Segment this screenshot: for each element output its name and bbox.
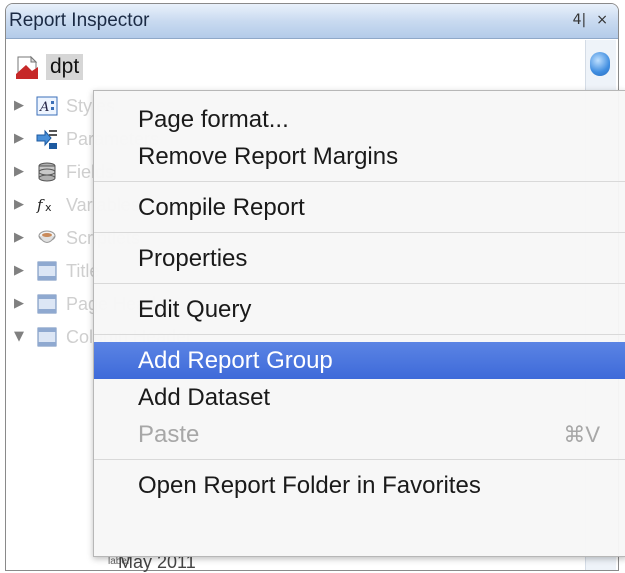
menu-item-label: Compile Report (138, 193, 305, 221)
menu-item-paste[interactable]: Paste ⌘V (94, 416, 625, 453)
menu-item-label: Add Report Group (138, 346, 333, 374)
collapsed-arrow-icon[interactable]: ▶ (14, 99, 28, 113)
svg-text:f: f (36, 196, 45, 214)
titlebar-controls: 4| × (573, 12, 608, 28)
pin-icon[interactable]: 4| (573, 12, 587, 28)
tree-root-label: dpt (46, 54, 84, 80)
collapsed-arrow-icon[interactable]: ▶ (14, 231, 28, 245)
expanded-arrow-icon[interactable]: ▼ (14, 330, 28, 344)
menu-separator (94, 232, 625, 233)
menu-item-label: Paste (138, 420, 200, 448)
menu-item-label: Open Report Folder in Favorites (138, 471, 481, 499)
tree-root-node[interactable]: dpt (14, 52, 84, 82)
menu-item-remove-report-margins[interactable]: Remove Report Margins (94, 138, 625, 175)
collapsed-arrow-icon[interactable]: ▶ (14, 297, 28, 311)
menu-item-page-format[interactable]: Page format... (94, 101, 625, 138)
report-icon (16, 55, 38, 79)
menu-item-label: Properties (138, 244, 248, 272)
panel-titlebar: Report Inspector 4| × (6, 4, 618, 39)
menu-item-label: Add Dataset (138, 383, 271, 411)
collapsed-arrow-icon[interactable]: ▶ (14, 165, 28, 179)
menu-item-edit-query[interactable]: Edit Query (94, 291, 625, 328)
menu-item-shortcut: ⌘V (563, 421, 600, 447)
menu-item-label: Remove Report Margins (138, 142, 399, 170)
menu-item-add-report-group[interactable]: Add Report Group (94, 342, 625, 379)
menu-separator (94, 283, 625, 284)
band-icon (36, 293, 58, 315)
variables-icon: fx (36, 194, 58, 216)
menu-item-compile-report[interactable]: Compile Report (94, 189, 625, 226)
svg-text:A: A (39, 100, 49, 115)
close-icon[interactable]: × (596, 12, 608, 28)
menu-separator (94, 459, 625, 460)
parameters-icon (36, 128, 58, 150)
menu-separator (94, 334, 625, 335)
band-icon (36, 326, 58, 348)
context-menu: Page format... Remove Report Margins Compi… (93, 90, 625, 557)
menu-separator (94, 181, 625, 182)
band-icon (36, 260, 58, 282)
collapsed-arrow-icon[interactable]: ▶ (14, 132, 28, 146)
menu-item-add-dataset[interactable]: Add Dataset (94, 379, 625, 416)
styles-icon: A (36, 95, 58, 117)
menu-item-label: Edit Query (138, 295, 252, 323)
collapsed-arrow-icon[interactable]: ▶ (14, 198, 28, 212)
fields-icon (36, 161, 58, 183)
panel-title: Report Inspector (9, 10, 150, 31)
menu-item-properties[interactable]: Properties (94, 240, 625, 277)
menu-item-label: Page format... (138, 105, 289, 133)
collapsed-arrow-icon[interactable]: ▶ (14, 264, 28, 278)
scriptlets-icon (36, 227, 58, 249)
menu-item-open-report-folder-in-favorites[interactable]: Open Report Folder in Favorites (94, 467, 625, 504)
svg-text:x: x (45, 201, 52, 214)
tree-node[interactable]: ▶ Title (14, 257, 99, 285)
scroll-thumb[interactable] (590, 52, 610, 76)
